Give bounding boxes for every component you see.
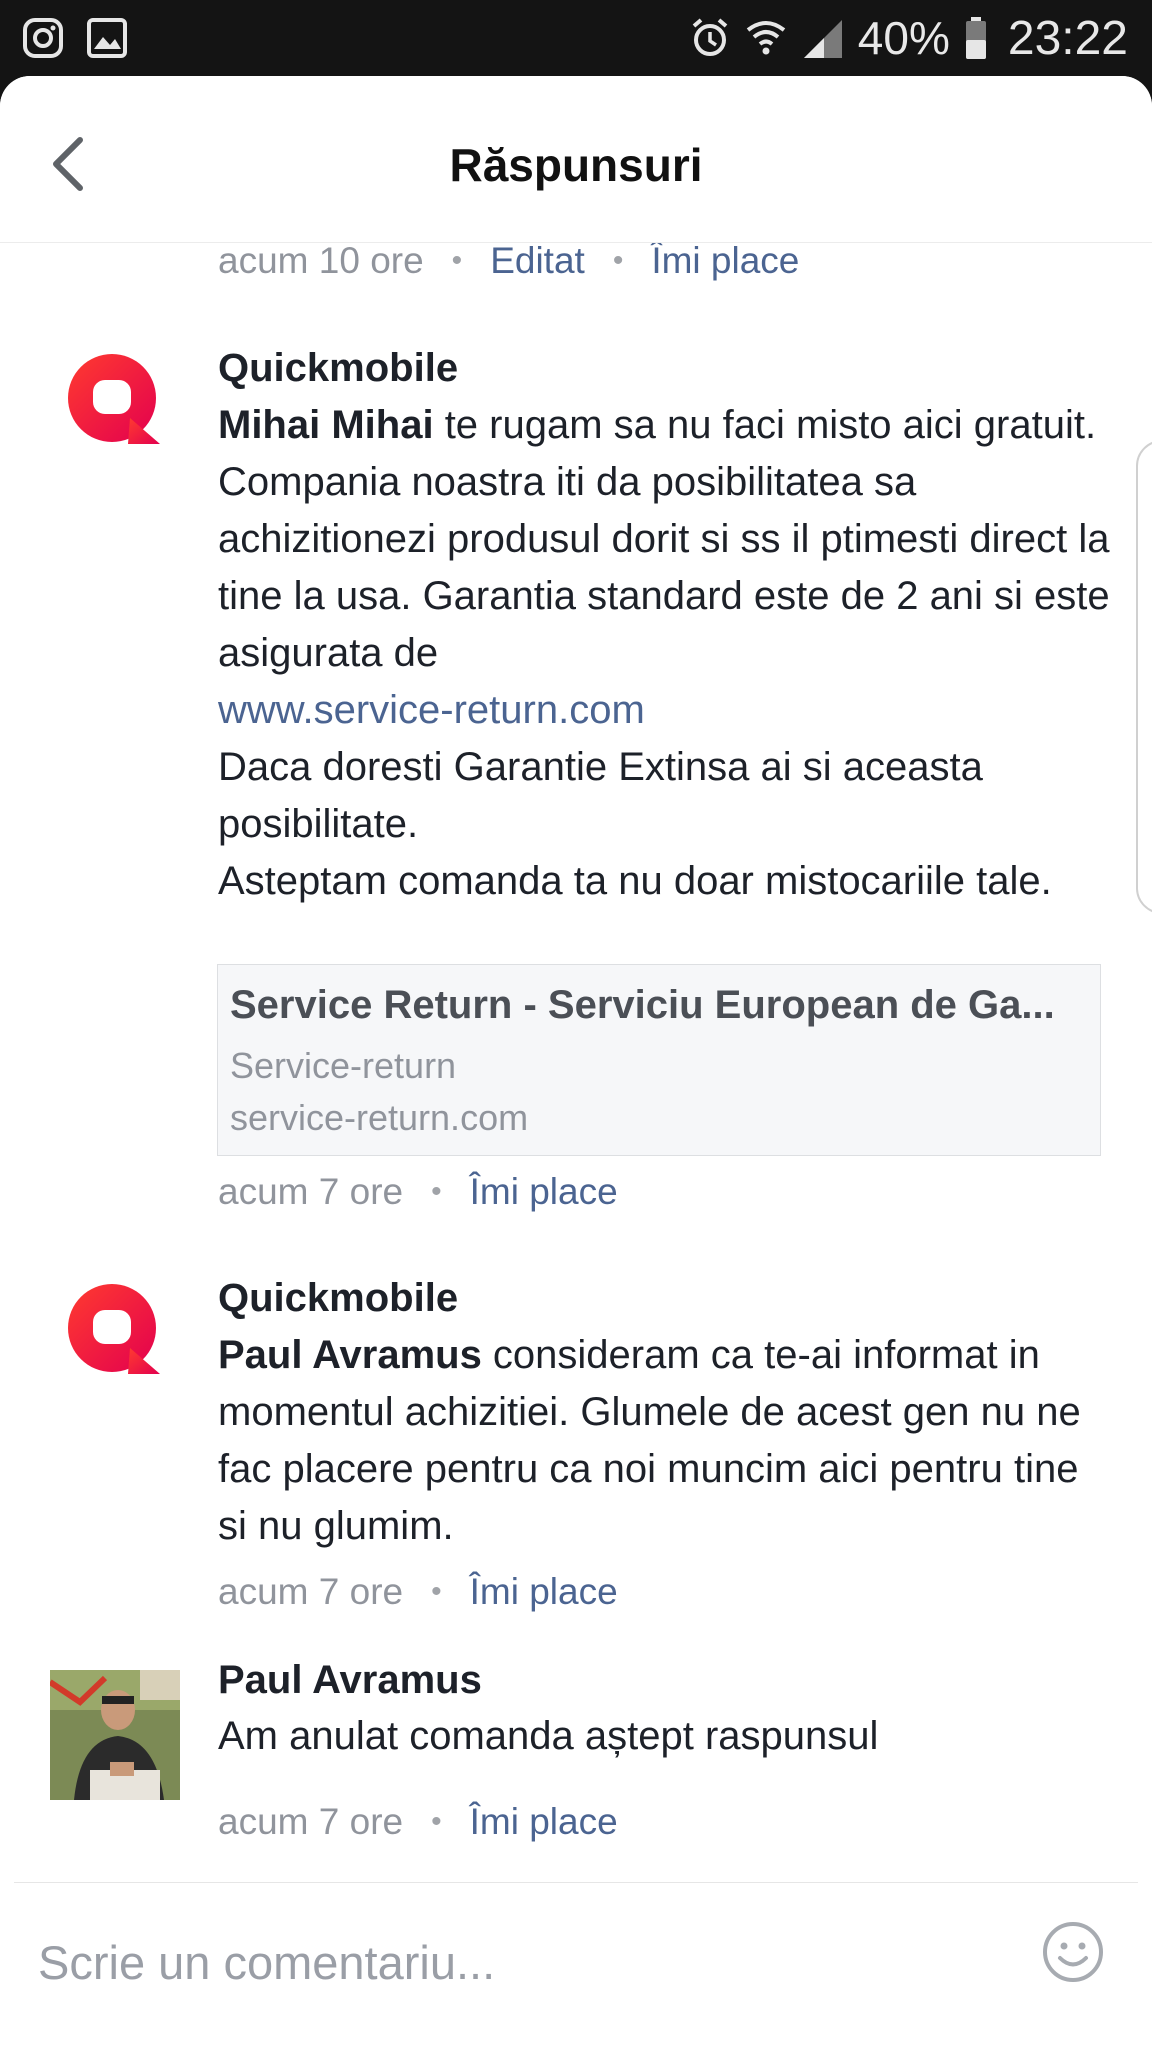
side-handle[interactable]	[1136, 440, 1152, 914]
link-preview-card[interactable]: Service Return - Serviciu European de Ga…	[217, 964, 1101, 1156]
comment-author[interactable]: Paul Avramus	[218, 1658, 482, 1703]
comment-composer[interactable]: Scrie un comentariu...	[14, 1882, 1138, 2048]
comment-meta: acum 7 ore • Îmi place	[218, 1801, 618, 1843]
quickmobile-logo-avatar[interactable]	[68, 354, 160, 446]
status-bar: 40% 23:22	[0, 0, 1152, 76]
comment-author[interactable]: Quickmobile	[218, 1276, 458, 1321]
quickmobile-logo-avatar[interactable]	[68, 1284, 160, 1376]
battery-icon	[965, 17, 986, 59]
like-link[interactable]: Îmi place	[470, 1801, 618, 1843]
timestamp: acum 10 ore	[218, 240, 424, 281]
like-link[interactable]: Îmi place	[470, 1171, 618, 1213]
like-link[interactable]: Îmi place	[470, 1571, 618, 1613]
mention[interactable]: Mihai Mihai	[218, 403, 434, 447]
instagram-icon	[23, 18, 63, 58]
signal-icon	[803, 20, 842, 58]
comment-meta: acum 7 ore • Îmi place	[218, 1171, 618, 1213]
gallery-icon	[87, 18, 127, 58]
user-avatar-photo[interactable]	[50, 1670, 180, 1800]
comment-body: Mihai Mihai te rugam sa nu faci misto ai…	[218, 403, 1110, 903]
comment-meta: acum 7 ore • Îmi place	[218, 1571, 618, 1613]
alarm-icon	[692, 18, 728, 56]
comment-body: Am anulat comanda aștept raspunsul	[218, 1714, 879, 1758]
edited-link[interactable]: Editat	[490, 240, 585, 282]
header: Răspunsuri	[0, 76, 1152, 243]
page-title: Răspunsuri	[449, 139, 703, 191]
comment-url-link[interactable]: www.service-return.com	[218, 688, 645, 732]
link-preview-domain: service-return.com	[230, 1097, 529, 1138]
comment-meta: acum 10 ore • Editat • Îmi place	[218, 240, 800, 282]
like-link[interactable]: Îmi place	[651, 240, 799, 282]
link-preview-site: Service-return	[230, 1045, 457, 1086]
mention[interactable]: Paul Avramus	[218, 1333, 482, 1377]
comment-author[interactable]: Quickmobile	[218, 346, 458, 391]
timestamp: acum 7 ore	[218, 1571, 404, 1612]
link-preview-title: Service Return - Serviciu European de Ga…	[230, 983, 1055, 1027]
smiley-icon[interactable]	[1042, 1921, 1104, 1983]
battery-percent: 40%	[857, 12, 950, 64]
timestamp: acum 7 ore	[218, 1801, 404, 1842]
wifi-icon	[746, 21, 786, 55]
clock: 23:22	[1007, 11, 1128, 65]
comment-body: Paul Avramus consideram ca te-ai informa…	[218, 1333, 1081, 1548]
timestamp: acum 7 ore	[218, 1171, 404, 1212]
replies-sheet: Răspunsuri acum 10 ore • Editat • Îmi pl…	[0, 76, 1152, 2048]
comment-input[interactable]: Scrie un comentariu...	[38, 1935, 495, 1990]
